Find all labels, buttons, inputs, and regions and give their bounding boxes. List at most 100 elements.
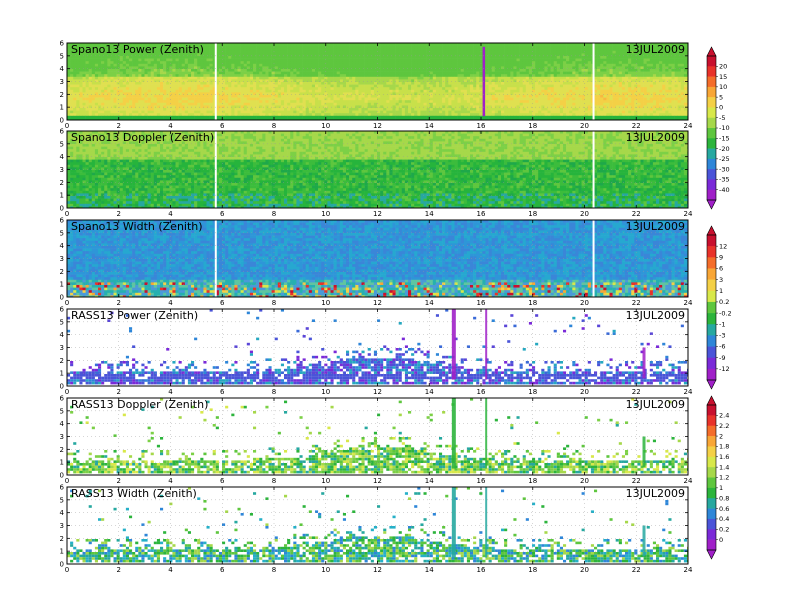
x-tick-label: 14 [425, 210, 434, 218]
x-tick-label: 6 [220, 388, 225, 396]
y-tick-label: 6 [60, 40, 65, 48]
x-tick-label: 12 [373, 477, 382, 485]
colorbar-label: -3 [719, 332, 725, 340]
x-tick-label: 20 [580, 122, 589, 130]
panel-date: 13JUL2009 [626, 131, 685, 144]
colorbar-segment [707, 357, 716, 370]
colorbar-segment [707, 518, 716, 530]
colorbar-segment [707, 446, 716, 458]
colorbar-label: 1.4 [719, 463, 729, 471]
panel-3: 0 2 4 6 8 10 12 14 16 18 20 22 240123456 Spano13 Widt… [60, 217, 693, 308]
colorbar-segment [707, 107, 716, 119]
colorbar-segment [707, 279, 716, 292]
y-tick-label: 2 [60, 357, 64, 365]
colorbar-label: 0.6 [719, 505, 729, 513]
x-tick-label: 2 [117, 388, 121, 396]
y-tick-label: 3 [60, 78, 64, 86]
x-tick-label: 8 [272, 477, 276, 485]
y-tick-label: 6 [60, 128, 65, 136]
x-tick-label: 4 [168, 388, 173, 396]
x-tick-label: 24 [684, 299, 693, 307]
y-tick-label: 3 [60, 433, 64, 441]
colorbar-segment [707, 346, 716, 358]
x-tick-label: 18 [528, 477, 537, 485]
x-tick-label: 18 [528, 299, 537, 307]
colorbar-segment [707, 246, 716, 258]
y-tick-label: 6 [60, 484, 65, 492]
colorbar-segment [707, 148, 716, 160]
y-tick-label: 4 [60, 65, 65, 73]
panel-6: 0 2 4 6 8 10 12 14 16 18 20 22 240123456 RASS13 Width… [60, 484, 693, 575]
x-tick-label: 20 [580, 210, 589, 218]
x-tick-label: 4 [168, 566, 173, 574]
y-tick-label: 4 [60, 331, 65, 339]
y-tick-label: 2 [60, 535, 64, 543]
colorbar-label: -12 [719, 365, 730, 373]
colorbar-label: 2 [719, 432, 723, 440]
panel-date: 13JUL2009 [626, 309, 685, 322]
y-tick-label: 2 [60, 446, 64, 454]
x-tick-label: 8 [272, 566, 276, 574]
y-tick-label: 2 [60, 268, 64, 276]
colorbar-segment [707, 257, 716, 269]
x-tick-label: 2 [117, 210, 121, 218]
x-tick-label: 6 [220, 299, 225, 307]
panel-5: 0 2 4 6 8 10 12 14 16 18 20 22 240123456 RASS13 Doppl… [60, 395, 693, 486]
x-tick-label: 18 [528, 388, 537, 396]
colorbar-label: 9 [719, 254, 723, 262]
x-tick-label: 6 [220, 477, 225, 485]
colorbar-label: -20 [719, 145, 730, 153]
x-tick-label: 22 [632, 388, 641, 396]
x-tick-label: 24 [684, 210, 693, 218]
panel-date: 13JUL2009 [626, 398, 685, 411]
colorbar-label: 0 [719, 536, 723, 544]
x-tick-label: 20 [580, 388, 589, 396]
colorbar-2: 12 9 6 3 1 0.2 -0.2 -1 -3 -6 -9 -12 [706, 225, 732, 390]
y-tick-label: 4 [60, 420, 65, 428]
colorbar-min-arrow [706, 549, 717, 560]
y-tick-label: 4 [60, 509, 65, 517]
x-tick-label: 14 [425, 122, 434, 130]
x-tick-label: 10 [321, 299, 330, 307]
y-tick-label: 0 [60, 205, 64, 213]
colorbar-label: 2.4 [719, 412, 729, 420]
colorbar-segment [707, 169, 716, 180]
x-tick-label: 0 [65, 122, 69, 130]
x-tick-label: 18 [528, 122, 537, 130]
colorbar-min-arrow [706, 379, 717, 390]
y-tick-label: 0 [60, 472, 64, 480]
x-tick-label: 22 [632, 210, 641, 218]
x-tick-label: 0 [65, 210, 69, 218]
panel-date: 13JUL2009 [626, 43, 685, 56]
x-tick-label: 4 [168, 299, 173, 307]
colorbar-segment [707, 117, 716, 129]
x-tick-label: 24 [684, 566, 693, 574]
x-tick-label: 10 [321, 477, 330, 485]
colorbar-label: 1.8 [719, 443, 729, 451]
y-tick-label: 0 [60, 561, 64, 569]
y-tick-label: 5 [60, 407, 64, 415]
colorbar-segment [707, 235, 716, 247]
x-tick-label: 4 [168, 122, 173, 130]
x-tick-label: 22 [632, 477, 641, 485]
y-tick-label: 3 [60, 255, 64, 263]
colorbar-min-arrow [706, 199, 717, 210]
y-tick-label: 3 [60, 522, 64, 530]
x-tick-label: 14 [425, 566, 434, 574]
y-tick-label: 4 [60, 153, 65, 161]
colorbar-label: -1 [719, 320, 725, 328]
colorbar-label: -10 [719, 124, 730, 132]
y-tick-label: 4 [60, 242, 65, 250]
y-tick-label: 1 [60, 548, 64, 556]
colorbar-label: 0.2 [719, 298, 729, 306]
colorbar-label: -9 [719, 354, 725, 362]
colorbar-label: 0.2 [719, 525, 729, 533]
x-tick-label: 6 [220, 566, 225, 574]
y-tick-label: 2 [60, 179, 64, 187]
colorbar-segment [707, 436, 716, 447]
x-tick-label: 2 [117, 299, 121, 307]
x-tick-label: 14 [425, 477, 434, 485]
colorbar-segment [707, 368, 716, 381]
figure: 0 2 4 6 8 10 12 14 16 18 20 22 240123456 Spano13 Powe… [60, 40, 732, 575]
colorbar-3: 2.4 2.2 2 1.8 1.6 1.4 1.2 1 0.8 0.6 0.4 0.2 0 [706, 395, 729, 560]
